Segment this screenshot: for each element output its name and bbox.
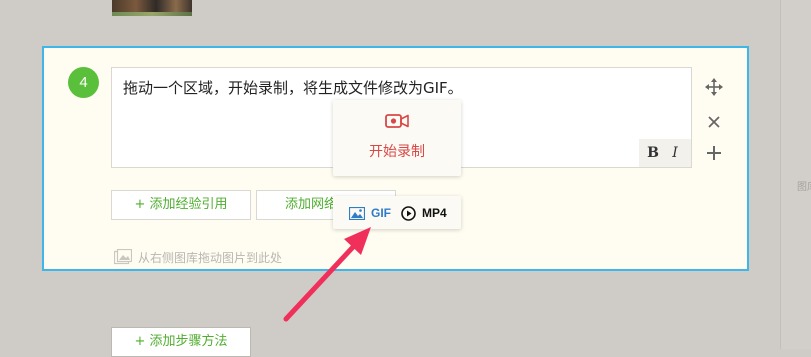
step-text[interactable]: 拖动一个区域，开始录制，将生成文件修改为GIF。: [123, 77, 463, 98]
add-reference-button[interactable]: + 添加经验引用: [111, 190, 251, 220]
record-popup[interactable]: 开始录制: [333, 100, 461, 176]
gif-option[interactable]: GIF: [349, 204, 391, 222]
format-popup: GIF MP4: [333, 196, 461, 229]
mp4-option[interactable]: MP4: [401, 204, 447, 222]
gif-label: GIF: [371, 206, 391, 220]
previous-step-image: [112, 0, 192, 16]
format-toolbar: B I: [639, 139, 691, 167]
right-panel: 图库: [780, 0, 811, 349]
picture-icon: [114, 249, 132, 265]
bold-button[interactable]: B: [644, 144, 662, 162]
play-circle-icon: [401, 205, 416, 221]
drop-hint-text: 从右侧图库拖动图片到此处: [138, 250, 283, 265]
right-panel-hint: 图库: [797, 182, 811, 193]
start-record-label: 开始录制: [369, 144, 425, 160]
step-number-badge: 4: [68, 67, 99, 98]
close-icon[interactable]: [703, 111, 725, 133]
plus-icon[interactable]: [703, 142, 725, 164]
move-icon[interactable]: [703, 76, 725, 98]
mp4-label: MP4: [422, 206, 447, 220]
italic-button[interactable]: I: [666, 144, 684, 162]
video-camera-icon: [385, 114, 409, 128]
add-step-method-button[interactable]: + 添加步骤方法: [111, 327, 251, 357]
image-drop-zone[interactable]: 从右侧图库拖动图片到此处: [114, 248, 282, 266]
image-icon: [349, 206, 365, 220]
